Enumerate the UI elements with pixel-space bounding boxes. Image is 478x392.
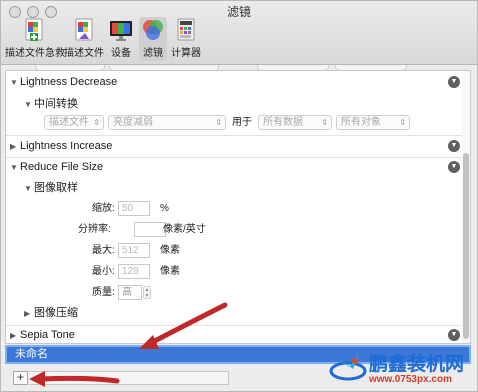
tab-label: 计算器 xyxy=(171,48,201,59)
profile-firstaid-icon xyxy=(25,18,43,41)
min-label: 最小: xyxy=(92,266,115,277)
divider xyxy=(6,135,470,136)
display-icon xyxy=(110,21,132,41)
object-select[interactable]: 所有对象 ⇕ xyxy=(336,115,410,130)
disclosure-closed-icon[interactable]: ▶ xyxy=(10,327,20,343)
updown-icon: ⇕ xyxy=(215,118,222,127)
disclosure-open-icon[interactable]: ▼ xyxy=(10,159,20,177)
tab-label: 描述文件 xyxy=(64,48,104,59)
method-value: 亮度减弱 xyxy=(113,117,153,128)
quality-select[interactable]: 高 xyxy=(118,285,142,300)
disclosure-open-icon[interactable]: ▼ xyxy=(24,96,34,114)
updown-icon: ⇕ xyxy=(321,118,328,127)
subsection-image-compression[interactable]: ▶ 图像压缩 xyxy=(24,304,78,322)
data-select[interactable]: 所有数据 ⇕ xyxy=(258,115,332,130)
scale-label: 缩放: xyxy=(92,203,115,214)
watermark-title: 鹏鑫装机网 xyxy=(369,353,465,375)
watermark-url: www.0753px.com xyxy=(369,374,452,385)
profile-icon xyxy=(75,18,93,41)
filter-options-button[interactable]: ▼ xyxy=(448,76,460,88)
max-input[interactable]: 512 xyxy=(118,243,150,258)
subsection-title: 中间转换 xyxy=(34,98,78,110)
updown-icon: ⇕ xyxy=(399,118,406,127)
subsection-intermediate-transform[interactable]: ▼ 中间转换 xyxy=(24,95,78,113)
filter-list: ▼ Lightness Decrease ▼ ▼ 中间转换 描述文件 ⇕ 亮度减弱 ⇕ … xyxy=(5,70,471,344)
tab-calculator[interactable]: 计算器 xyxy=(169,17,203,61)
source-value: 描述文件 xyxy=(49,117,89,128)
subsection-image-sampling[interactable]: ▼ 图像取样 xyxy=(24,179,78,197)
filter-window: 滤镜 描述文件急救 描述文件 设备 滤镜 计算器 ▼ Lightness Dec… xyxy=(0,0,478,392)
scrollbar-track[interactable] xyxy=(462,71,470,343)
min-unit: 像素 xyxy=(160,266,180,277)
filter-lightness-increase[interactable]: ▶ Lightness Increase xyxy=(10,137,112,155)
filter-options-button[interactable]: ▼ xyxy=(448,329,460,341)
filter-lightness-decrease[interactable]: ▼ Lightness Decrease xyxy=(10,73,117,91)
title-toolbar: 滤镜 描述文件急救 描述文件 设备 滤镜 计算器 xyxy=(1,1,477,65)
tab-profile-firstaid[interactable]: 描述文件急救 xyxy=(5,17,65,61)
filter-options-button[interactable]: ▼ xyxy=(448,161,460,173)
divider xyxy=(6,325,470,326)
max-unit: 像素 xyxy=(160,245,180,256)
watermark: 鹏鑫装机网 www.0753px.com xyxy=(325,347,475,389)
subsection-title: 图像取样 xyxy=(34,182,78,194)
subsection-title: 图像压缩 xyxy=(34,307,78,319)
disclosure-closed-icon[interactable]: ▶ xyxy=(24,305,34,323)
for-label: 用于 xyxy=(232,117,252,128)
scale-unit: % xyxy=(160,203,169,214)
source-select[interactable]: 描述文件 ⇕ xyxy=(44,115,104,130)
filter-options-button[interactable]: ▼ xyxy=(448,140,460,152)
min-input[interactable]: 128 xyxy=(118,264,150,279)
tab-profile[interactable]: 描述文件 xyxy=(63,17,105,61)
add-filter-button[interactable]: + xyxy=(13,371,28,385)
annotation-arrow-icon xyxy=(29,371,120,387)
filter-title: Lightness Increase xyxy=(20,140,113,152)
tab-label: 滤镜 xyxy=(143,48,163,59)
object-value: 所有对象 xyxy=(341,117,381,128)
filter-title: Sepia Tone xyxy=(20,329,75,341)
scale-input[interactable]: 50 xyxy=(118,201,150,216)
tab-label: 描述文件急救 xyxy=(5,48,65,59)
filter-sepia-tone[interactable]: ▶ Sepia Tone xyxy=(10,326,75,343)
tab-device[interactable]: 设备 xyxy=(107,17,135,61)
tab-label: 设备 xyxy=(111,48,131,59)
filter-reduce-file-size[interactable]: ▼ Reduce File Size xyxy=(10,158,103,176)
disclosure-closed-icon[interactable]: ▶ xyxy=(10,138,20,156)
scrollbar-thumb[interactable] xyxy=(463,153,469,339)
filter-title: Reduce File Size xyxy=(20,161,104,173)
filter-icon xyxy=(143,20,163,40)
annotation-arrow-icon xyxy=(139,302,228,349)
calculator-icon xyxy=(177,18,195,41)
quality-stepper[interactable]: ▲ ▼ xyxy=(143,286,151,299)
tab-filter[interactable]: 滤镜 xyxy=(139,17,167,61)
resolution-unit: 像素/英寸 xyxy=(163,224,206,235)
quality-label: 质量: xyxy=(92,287,115,298)
resolution-label: 分辨率: xyxy=(78,224,111,235)
watermark-logo-icon xyxy=(329,355,367,381)
disclosure-open-icon[interactable]: ▼ xyxy=(24,180,34,198)
resolution-input[interactable] xyxy=(134,222,166,237)
filter-title: Lightness Decrease xyxy=(20,76,118,88)
data-value: 所有数据 xyxy=(263,117,303,128)
updown-icon: ⇕ xyxy=(93,118,100,127)
disclosure-open-icon[interactable]: ▼ xyxy=(10,74,20,92)
method-select[interactable]: 亮度减弱 ⇕ xyxy=(108,115,226,130)
max-label: 最大: xyxy=(92,245,115,256)
